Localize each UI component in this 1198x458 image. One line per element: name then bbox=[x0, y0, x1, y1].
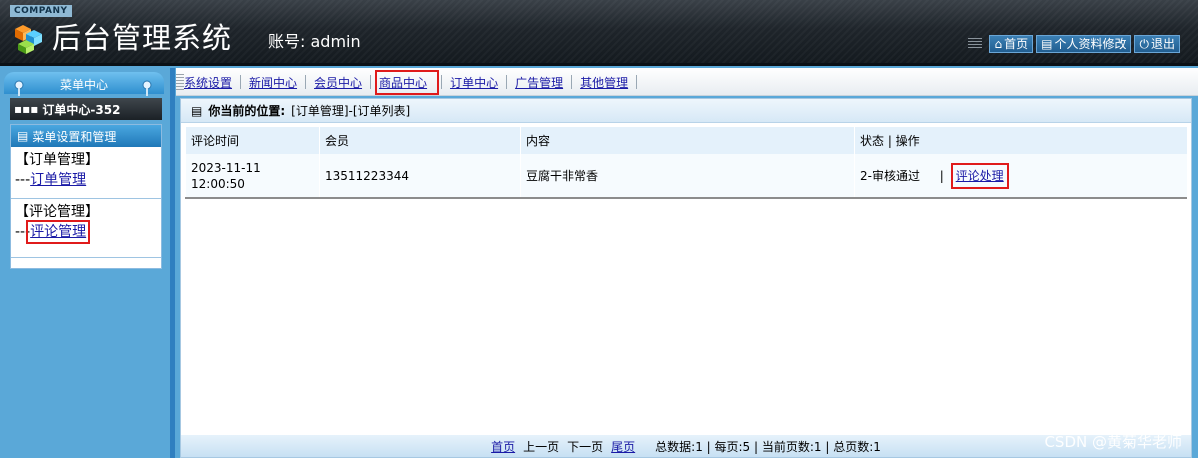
page-last-link[interactable]: 尾页 bbox=[611, 438, 635, 455]
profile-icon: ▤ bbox=[1041, 37, 1053, 51]
top-nav-bar: 系统设置 新闻中心 会员中心 商品中心 订单中心 广告管理 其他管理 bbox=[176, 68, 1198, 96]
menu-panel-title: 菜单设置和管理 bbox=[32, 129, 117, 144]
watermark: CSDN @黄菊华老师 bbox=[1044, 433, 1182, 451]
nav-news-center[interactable]: 新闻中心 bbox=[249, 74, 305, 91]
cell-content: 豆腐干非常香 bbox=[520, 154, 855, 198]
column-header-content: 内容 bbox=[520, 127, 855, 154]
logo-cubes-icon bbox=[15, 25, 42, 54]
sidebar-item-comment-management[interactable]: 评论管理 bbox=[26, 220, 91, 244]
logout-label: 退出 bbox=[1150, 37, 1175, 51]
nav-divider bbox=[240, 75, 242, 89]
menu-icon: ▤ bbox=[17, 129, 29, 143]
nav-divider bbox=[506, 75, 508, 89]
page-next-text: 下一页 bbox=[567, 439, 604, 454]
grip-icon bbox=[968, 38, 983, 50]
table-row: 2023-11-11 12:00:50 13511223344 豆腐干非常香 2… bbox=[185, 154, 1187, 198]
menu-group-comments: 【评论管理】 ---评论管理 bbox=[11, 199, 161, 244]
main-content: ▤ 你当前的位置: [订单管理]-[订单列表] 评论时间 会员 内容 状态 | … bbox=[180, 98, 1192, 458]
home-button-label: 首页 bbox=[1004, 37, 1029, 51]
breadcrumb-label: 你当前的位置: bbox=[208, 104, 286, 118]
comments-table: 评论时间 会员 内容 状态 | 操作 2023-11-11 12:00:50 1… bbox=[185, 127, 1187, 199]
menu-item-prefix: --- bbox=[15, 224, 31, 240]
column-header-status-action: 状态 | 操作 bbox=[854, 127, 1187, 154]
sidebar-title: 菜单中心 bbox=[59, 78, 108, 92]
pagination-bar: 首页 上一页 下一页 尾页 总数据:1 | 每页:5 | 当前页数:1 | 总页… bbox=[181, 435, 1191, 457]
menu-group-item: ---评论管理 bbox=[15, 220, 157, 244]
pagination-stats: 总数据:1 | 每页:5 | 当前页数:1 | 总页数:1 bbox=[655, 439, 881, 454]
breadcrumb-icon: ▤ bbox=[191, 103, 203, 118]
sidebar-menu-panel: ▤ 菜单设置和管理 【订单管理】 ---订单管理 【评论管理】 ---评论管理 bbox=[10, 124, 162, 269]
page-first-link[interactable]: 首页 bbox=[491, 438, 515, 455]
company-badge: COMPANY bbox=[10, 5, 72, 17]
comment-process-link[interactable]: 评论处理 bbox=[950, 162, 1009, 189]
menu-panel-header: ▤ 菜单设置和管理 bbox=[11, 125, 161, 147]
status-text: 2-审核通过 bbox=[860, 168, 920, 183]
menu-group-item: ---订单管理 bbox=[15, 170, 157, 190]
breadcrumb: ▤ 你当前的位置: [订单管理]-[订单列表] bbox=[181, 99, 1191, 123]
sidebar-order-center[interactable]: ▪▪▪ 订单中心-352 bbox=[10, 98, 162, 120]
sidebar-item-order-management[interactable]: 订单管理 bbox=[30, 172, 86, 188]
page-prev-text: 上一页 bbox=[523, 439, 560, 454]
app-header: COMPANY 后台管理系统 账号: admin ⌂ 首页 ▤ 个人资料修改 ⏻… bbox=[0, 0, 1198, 66]
breadcrumb-path: [订单管理]-[订单列表] bbox=[291, 104, 411, 118]
grid-icon: ▪▪▪ bbox=[14, 102, 39, 116]
nav-product-center[interactable]: 商品中心 bbox=[375, 69, 440, 95]
nav-divider bbox=[370, 75, 372, 89]
account-value: admin bbox=[310, 32, 361, 51]
sidebar-header: 菜单中心 bbox=[4, 72, 164, 96]
sidebar-splitter[interactable] bbox=[170, 68, 175, 458]
cell-status-action: 2-审核通过 | 评论处理 bbox=[854, 154, 1187, 198]
power-icon: ⏻ bbox=[1139, 37, 1149, 51]
home-icon: ⌂ bbox=[994, 37, 1003, 51]
logout-button[interactable]: ⏻ 退出 bbox=[1134, 35, 1180, 53]
menu-item-prefix: --- bbox=[15, 172, 31, 188]
action-separator: | bbox=[939, 168, 944, 183]
pin-icon bbox=[142, 80, 152, 96]
column-header-time: 评论时间 bbox=[185, 127, 320, 154]
top-nav: 系统设置 新闻中心 会员中心 商品中心 订单中心 广告管理 其他管理 bbox=[184, 68, 645, 96]
grip-icon bbox=[176, 74, 184, 90]
nav-divider bbox=[441, 75, 443, 89]
nav-member-center[interactable]: 会员中心 bbox=[314, 74, 370, 91]
column-header-member: 会员 bbox=[319, 127, 521, 154]
account-label: 账号: bbox=[268, 32, 306, 51]
cell-time: 2023-11-11 12:00:50 bbox=[185, 154, 320, 198]
cell-member: 13511223344 bbox=[319, 154, 521, 198]
account-display: 账号: admin bbox=[268, 32, 361, 52]
menu-divider bbox=[11, 257, 161, 258]
nav-divider bbox=[571, 75, 573, 89]
nav-divider bbox=[305, 75, 307, 89]
menu-group-orders: 【订单管理】 ---订单管理 bbox=[11, 147, 161, 190]
menu-group-title: 【评论管理】 bbox=[15, 204, 99, 220]
nav-divider bbox=[636, 75, 638, 89]
menu-group-title: 【订单管理】 bbox=[15, 152, 99, 168]
header-buttons: ⌂ 首页 ▤ 个人资料修改 ⏻ 退出 bbox=[968, 35, 1180, 53]
home-button[interactable]: ⌂ 首页 bbox=[989, 35, 1034, 53]
table-header-row: 评论时间 会员 内容 状态 | 操作 bbox=[185, 127, 1187, 154]
nav-ad-management[interactable]: 广告管理 bbox=[515, 74, 571, 91]
order-center-label: 订单中心-352 bbox=[42, 102, 121, 117]
nav-order-center[interactable]: 订单中心 bbox=[450, 74, 506, 91]
cell-time-text: 2023-11-11 12:00:50 bbox=[191, 160, 261, 191]
system-title: 后台管理系统 bbox=[52, 21, 233, 55]
nav-system-settings[interactable]: 系统设置 bbox=[184, 74, 240, 91]
nav-other-management[interactable]: 其他管理 bbox=[580, 74, 636, 91]
profile-edit-button[interactable]: ▤ 个人资料修改 bbox=[1036, 35, 1132, 53]
profile-edit-label: 个人资料修改 bbox=[1054, 37, 1127, 51]
